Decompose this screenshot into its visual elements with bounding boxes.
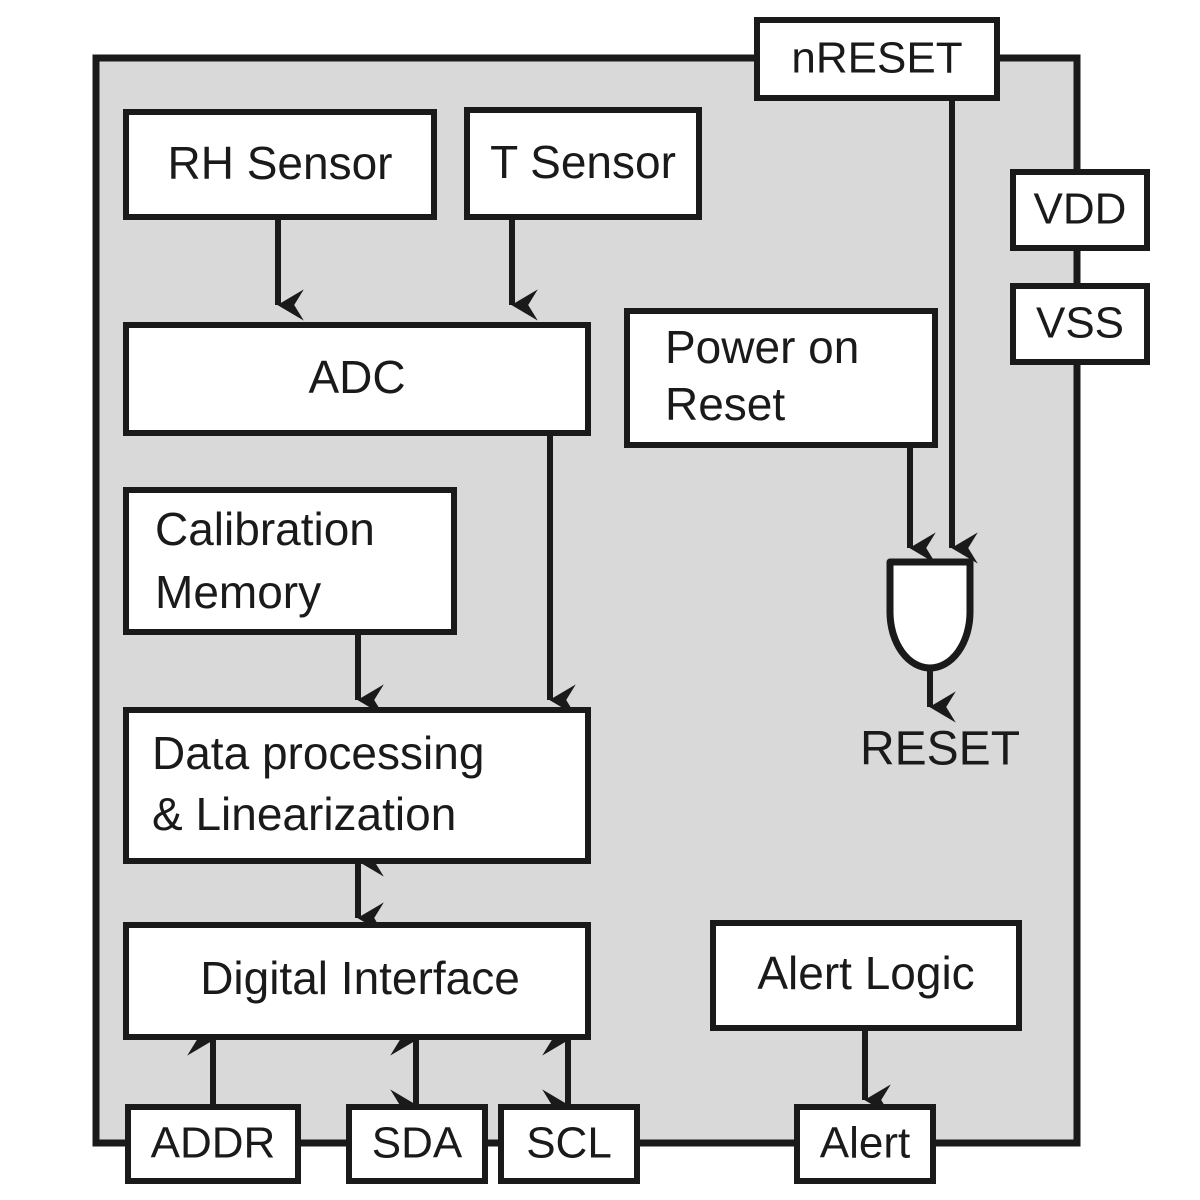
block-t-sensor[interactable]: T Sensor [464,107,702,220]
block-rh-sensor[interactable]: RH Sensor [123,109,437,220]
sensor-block-diagram: RH Sensor T Sensor ADC Power on Reset Ca… [92,17,1150,1184]
pin-addr-label: ADDR [151,1119,276,1168]
pin-vss-label: VSS [1036,299,1124,348]
block-data-processing-label-line1: Data processing [152,727,484,779]
block-digital-interface-label: Digital Interface [200,952,520,1004]
pin-nreset[interactable]: nRESET [754,17,1000,101]
pin-vdd-label: VDD [1034,185,1127,234]
block-calibration-memory[interactable]: Calibration Memory [123,487,457,635]
block-data-processing[interactable]: Data processing & Linearization [123,707,591,864]
block-digital-interface[interactable]: Digital Interface [123,922,591,1040]
pin-alert[interactable]: Alert [794,1104,936,1184]
block-rh-sensor-label: RH Sensor [168,137,393,189]
block-alert-logic-label: Alert Logic [757,947,974,999]
block-diagram-canvas: RH Sensor T Sensor ADC Power on Reset Ca… [0,0,1200,1200]
block-calibration-memory-label-line2: Memory [155,566,321,618]
block-power-on-reset-label-line1: Power on [665,321,859,373]
block-adc[interactable]: ADC [123,322,591,436]
pin-vdd[interactable]: VDD [1010,169,1150,251]
pin-scl-label: SCL [526,1119,612,1168]
pin-alert-label: Alert [820,1119,910,1168]
block-adc-label: ADC [308,351,405,403]
block-power-on-reset-label-line2: Reset [665,378,785,430]
pin-vss[interactable]: VSS [1010,283,1150,365]
pin-sda-label: SDA [372,1119,463,1168]
block-t-sensor-label: T Sensor [490,136,676,188]
pin-sda[interactable]: SDA [346,1104,488,1184]
block-alert-logic[interactable]: Alert Logic [710,920,1022,1031]
block-power-on-reset[interactable]: Power on Reset [624,308,938,448]
block-calibration-memory-label-line1: Calibration [155,503,375,555]
block-data-processing-label-line2: & Linearization [152,788,456,840]
and-gate-output-label: RESET [860,723,1020,776]
pin-addr[interactable]: ADDR [125,1104,301,1184]
and-gate[interactable] [886,558,974,672]
pin-nreset-label: nRESET [791,34,962,83]
pin-scl[interactable]: SCL [498,1104,640,1184]
